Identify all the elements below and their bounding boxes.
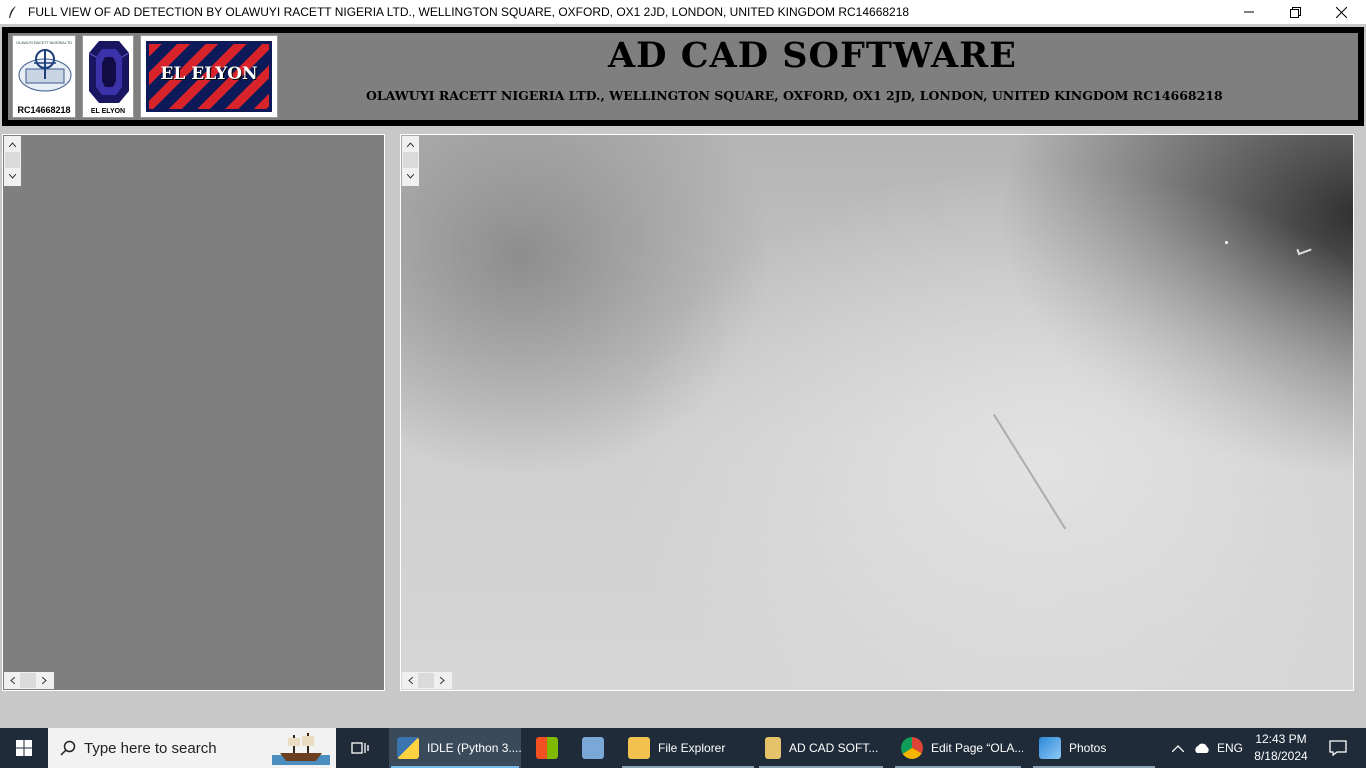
scroll-thumb[interactable] bbox=[20, 673, 36, 688]
taskbar-app-label: Photos bbox=[1069, 741, 1107, 755]
clock-time: 12:43 PM bbox=[1255, 732, 1307, 746]
scroll-left-icon[interactable] bbox=[4, 672, 20, 689]
microsoft-store-icon bbox=[536, 737, 558, 759]
chrome-icon bbox=[901, 737, 923, 759]
taskbar-app-label: Edit Page “OLA... bbox=[931, 741, 1023, 755]
scroll-down-icon[interactable] bbox=[402, 168, 419, 184]
window-title: FULL VIEW OF AD DETECTION BY OLAWUYI RAC… bbox=[28, 5, 910, 19]
onedrive-button[interactable] bbox=[1191, 728, 1213, 768]
taskbar: Type here to search IDLE (Python 3.... F… bbox=[0, 728, 1366, 768]
scroll-right-icon[interactable] bbox=[434, 672, 450, 689]
right-horizontal-scrollbar[interactable] bbox=[402, 672, 452, 689]
start-button[interactable] bbox=[0, 728, 48, 768]
gem-logo: EL ELYON bbox=[82, 35, 134, 118]
taskbar-app-photos[interactable]: Photos bbox=[1031, 728, 1157, 768]
taskbar-app-label: File Explorer bbox=[658, 741, 726, 755]
scroll-up-icon[interactable] bbox=[402, 136, 419, 152]
taskbar-app-idle[interactable]: IDLE (Python 3.... bbox=[389, 728, 521, 768]
keyboard-app-icon bbox=[582, 737, 604, 759]
taskbar-app-file-explorer[interactable]: File Explorer bbox=[620, 728, 756, 768]
notification-icon bbox=[1329, 740, 1347, 756]
image-streak bbox=[993, 413, 1067, 530]
mammogram-image-view[interactable] bbox=[400, 134, 1354, 691]
windows-logo-icon bbox=[16, 740, 32, 756]
header-banner-inner: OLAWUYI RACETT NIGERIA LTD RC14668218 EL… bbox=[8, 33, 1358, 120]
taskbar-app-chrome[interactable]: Edit Page “OLA... bbox=[893, 728, 1023, 768]
feather-icon bbox=[6, 5, 20, 19]
photos-icon bbox=[1039, 737, 1061, 759]
task-view-button[interactable] bbox=[342, 728, 378, 768]
striped-flag-icon: EL ELYON bbox=[146, 41, 272, 112]
task-view-icon bbox=[351, 742, 369, 754]
cloud-icon bbox=[1195, 743, 1209, 753]
language-indicator[interactable]: ENG bbox=[1214, 728, 1246, 768]
taskbar-search-box[interactable]: Type here to search bbox=[48, 728, 336, 768]
language-label: ENG bbox=[1216, 741, 1243, 755]
left-horizontal-scrollbar[interactable] bbox=[4, 672, 54, 689]
search-placeholder: Type here to search bbox=[84, 739, 217, 757]
show-hidden-icons-button[interactable] bbox=[1168, 728, 1188, 768]
chevron-up-icon bbox=[1172, 744, 1184, 752]
taskbar-app-keyboard[interactable] bbox=[574, 728, 614, 768]
taskbar-app-label: AD CAD SOFT... bbox=[789, 741, 879, 755]
scroll-thumb[interactable] bbox=[5, 152, 20, 168]
taskbar-app-label: IDLE (Python 3.... bbox=[427, 741, 521, 755]
window-title-bar[interactable]: FULL VIEW OF AD DETECTION BY OLAWUYI RAC… bbox=[0, 0, 1366, 24]
sapphire-gem-icon bbox=[88, 41, 130, 103]
scroll-up-icon[interactable] bbox=[4, 136, 21, 152]
el-elyon-logo: EL ELYON bbox=[140, 35, 278, 118]
python-icon bbox=[397, 737, 419, 759]
restore-button[interactable] bbox=[1272, 0, 1318, 24]
taskbar-app-store[interactable] bbox=[528, 728, 566, 768]
header-banner: OLAWUYI RACETT NIGERIA LTD RC14668218 EL… bbox=[2, 27, 1364, 126]
scroll-thumb[interactable] bbox=[403, 152, 418, 168]
taskbar-clock[interactable]: 12:43 PM 8/18/2024 bbox=[1248, 731, 1314, 765]
left-vertical-scrollbar[interactable] bbox=[4, 136, 21, 186]
company-logo: OLAWUYI RACETT NIGERIA LTD RC14668218 bbox=[12, 35, 76, 118]
app-title: AD CAD SOFTWARE bbox=[608, 35, 1017, 76]
globe-emblem-icon bbox=[18, 49, 72, 92]
search-icon bbox=[60, 740, 76, 756]
close-button[interactable] bbox=[1318, 0, 1364, 24]
pirate-ship-icon bbox=[272, 733, 330, 765]
right-vertical-scrollbar[interactable] bbox=[402, 136, 419, 186]
scroll-left-icon[interactable] bbox=[402, 672, 418, 689]
app-subtitle: OLAWUYI RACETT NIGERIA LTD., WELLINGTON … bbox=[366, 88, 1223, 103]
minimize-button[interactable] bbox=[1226, 0, 1272, 24]
scroll-right-icon[interactable] bbox=[36, 672, 52, 689]
action-center-button[interactable] bbox=[1318, 728, 1358, 768]
left-canvas-panel[interactable] bbox=[2, 134, 385, 691]
scroll-thumb[interactable] bbox=[418, 673, 434, 688]
taskbar-app-ad-cad[interactable]: AD CAD SOFT... bbox=[757, 728, 885, 768]
folder-icon bbox=[628, 737, 650, 759]
el-elyon-logo-text: EL ELYON bbox=[160, 64, 258, 84]
gem-logo-label: EL ELYON bbox=[90, 108, 126, 115]
image-speck bbox=[1225, 241, 1228, 244]
clock-date: 8/18/2024 bbox=[1254, 749, 1308, 763]
image-mark bbox=[1296, 244, 1312, 256]
scroll-down-icon[interactable] bbox=[4, 168, 21, 184]
file-icon bbox=[765, 737, 781, 759]
logo-rc-number: RC14668218 bbox=[17, 105, 71, 115]
